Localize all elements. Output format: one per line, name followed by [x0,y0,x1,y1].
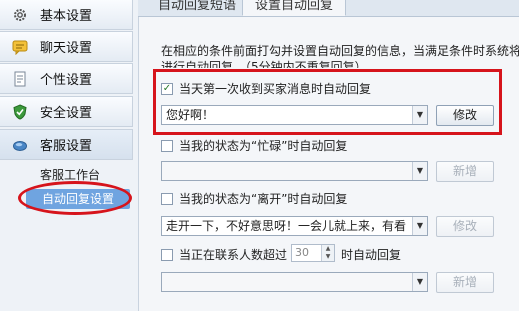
sidebar-item-label: 聊天设置 [40,41,93,56]
sidebar-item-chat[interactable]: 聊天设置 [0,31,133,62]
count-checkbox[interactable] [161,248,173,261]
away-modify-button[interactable]: 修改 [436,216,494,237]
settings-sidebar: 基本设置 聊天设置 个性设置 安全设置 客服设置 客服工作台 自动回复设置 [0,0,139,311]
chevron-down-icon[interactable]: ▼ [412,273,427,291]
tab-bar: 自动回复短语 设置自动回复 [138,0,519,17]
annotation-rectangle [153,69,502,135]
sidebar-item-label: 基本设置 [40,9,93,24]
tab-auto-reply-phrases[interactable]: 自动回复短语 [146,0,248,16]
description-line-1: 在相应的条件前面打勾并设置自动回复的信息，当满足条件时系统将 [161,44,519,58]
count-label-after-wrap: 时自动回复 [341,246,401,263]
document-icon [12,71,28,87]
sidebar-item-personal[interactable]: 个性设置 [0,63,133,94]
chevron-down-icon[interactable]: ▼ [412,217,427,235]
annotation-ellipse [18,181,132,215]
sidebar-item-security[interactable]: 安全设置 [0,96,133,127]
sidebar-item-label: 安全设置 [40,106,93,121]
description-line-2: 进行自动回复。（5分钟内不重复回复） [161,60,367,68]
gear-icon [12,7,28,23]
count-label-after: 时自动回复 [341,248,402,262]
busy-checkbox[interactable] [161,139,173,152]
sidebar-item-customer-service[interactable]: 客服设置 [0,129,133,160]
count-label-before: 当正在联系人数超过 [179,248,288,262]
busy-row: 当我的状态为“忙碌”时自动回复 [161,137,347,154]
shield-icon [12,103,28,120]
sidebar-item-label: 客服设置 [40,139,93,154]
chat-icon [12,39,28,55]
headset-icon [12,137,28,153]
busy-label: 当我的状态为“忙碌”时自动回复 [179,139,348,153]
auto-reply-panel: 在相应的条件前面打勾并设置自动回复的信息，当满足条件时系统将 进行自动回复。（5… [139,17,519,311]
away-label: 当我的状态为“离开”时自动回复 [179,192,348,206]
away-row: 当我的状态为“离开”时自动回复 [161,190,347,207]
tab-set-auto-reply[interactable]: 设置自动回复 [242,0,347,16]
count-select[interactable]: ▼ [161,272,428,292]
away-checkbox[interactable] [161,192,173,205]
busy-add-button[interactable]: 新增 [436,161,494,182]
count-number: 30 [295,246,309,259]
busy-select[interactable]: ▼ [161,161,428,181]
stepper-arrows-icon[interactable]: ▲ ▼ [321,245,334,261]
sidebar-item-basic[interactable]: 基本设置 [0,0,133,30]
chevron-down-icon[interactable]: ▼ [412,162,427,180]
count-add-button[interactable]: 新增 [436,272,494,293]
count-row: 当正在联系人数超过 [161,246,287,263]
away-value: 走开一下，不好意思呀！一会儿就上来，有看 [166,219,407,233]
sidebar-item-label: 个性设置 [40,73,93,88]
away-select[interactable]: 走开一下，不好意思呀！一会儿就上来，有看 ▼ [161,216,428,236]
count-stepper[interactable]: 30 ▲ ▼ [291,244,335,262]
